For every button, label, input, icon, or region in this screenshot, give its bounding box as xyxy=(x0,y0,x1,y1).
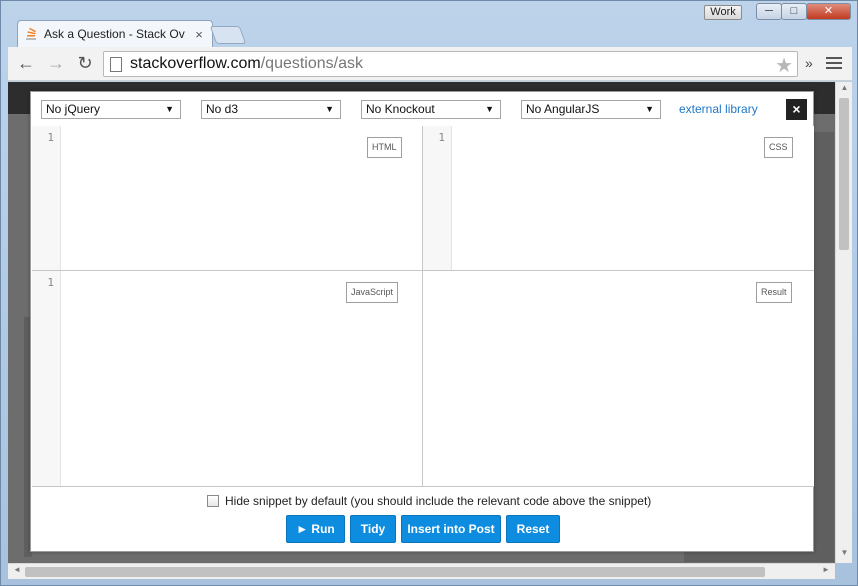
url-host: stackoverflow.com xyxy=(130,55,261,72)
extensions-overflow-icon[interactable]: » xyxy=(805,55,813,71)
url-path: /questions/ask xyxy=(260,55,363,72)
tidy-button[interactable]: Tidy xyxy=(350,515,396,543)
back-icon[interactable]: ← xyxy=(14,52,38,76)
new-tab-button[interactable] xyxy=(209,26,247,44)
scroll-down-icon[interactable]: ▼ xyxy=(836,548,853,562)
close-snippet-button[interactable]: × xyxy=(786,99,807,120)
url-text: stackoverflow.com/questions/ask xyxy=(130,55,363,73)
maximize-button[interactable]: □ xyxy=(781,3,807,20)
angularjs-select[interactable]: No AngularJS ▼ xyxy=(521,100,661,119)
horizontal-scrollbar[interactable]: ◄ ► xyxy=(8,563,835,579)
horizontal-scroll-thumb[interactable] xyxy=(25,567,765,577)
result-pane: Result xyxy=(423,271,814,487)
d3-select[interactable]: No d3 ▼ xyxy=(201,100,341,119)
page-icon xyxy=(110,56,122,72)
insert-into-post-button[interactable]: Insert into Post xyxy=(401,515,501,543)
bookmark-star-icon[interactable]: ★ xyxy=(775,53,793,78)
editor-panes: 1 HTML 1 CSS 1 JavaScript Result xyxy=(32,126,814,487)
css-pane-label: CSS xyxy=(764,137,793,158)
reset-button[interactable]: Reset xyxy=(506,515,560,543)
knockout-select-value: No Knockout xyxy=(366,102,435,116)
knockout-select[interactable]: No Knockout ▼ xyxy=(361,100,501,119)
javascript-pane[interactable]: 1 JavaScript xyxy=(32,271,423,487)
chevron-down-icon: ▼ xyxy=(645,104,654,114)
angularjs-select-value: No AngularJS xyxy=(526,102,600,116)
scroll-up-icon[interactable]: ▲ xyxy=(836,83,853,97)
browser-window: Ask a Question - Stack Ov × Work ─ □ ✕ ←… xyxy=(0,0,858,586)
result-pane-label: Result xyxy=(756,282,792,303)
jquery-select-value: No jQuery xyxy=(46,102,101,116)
hide-snippet-checkbox[interactable]: Hide snippet by default (you should incl… xyxy=(207,494,651,508)
javascript-pane-label: JavaScript xyxy=(346,282,399,303)
tab-strip: Ask a Question - Stack Ov × Work ─ □ ✕ xyxy=(1,1,858,47)
window-close-button[interactable]: ✕ xyxy=(806,3,851,20)
reload-icon[interactable]: ↻ xyxy=(73,52,97,76)
snippet-editor-modal: No jQuery ▼ No d3 ▼ No Knockout ▼ No Ang… xyxy=(30,91,814,552)
scroll-left-icon[interactable]: ◄ xyxy=(10,565,24,574)
vertical-scrollbar[interactable]: ▲ ▼ xyxy=(835,82,852,563)
tab-close-icon[interactable]: × xyxy=(192,27,206,42)
scroll-right-icon[interactable]: ► xyxy=(819,565,833,574)
profile-button[interactable]: Work xyxy=(704,5,742,20)
forward-icon[interactable]: → xyxy=(44,52,68,76)
minimize-button[interactable]: ─ xyxy=(756,3,782,20)
chevron-down-icon: ▼ xyxy=(485,104,494,114)
html-pane[interactable]: 1 HTML xyxy=(32,126,423,271)
menu-icon[interactable] xyxy=(826,54,842,72)
hide-snippet-label: Hide snippet by default (you should incl… xyxy=(225,494,652,508)
html-gutter: 1 xyxy=(32,126,61,270)
chevron-down-icon: ▼ xyxy=(325,104,334,114)
javascript-gutter: 1 xyxy=(32,271,61,486)
tab-title: Ask a Question - Stack Ov xyxy=(44,27,185,41)
browser-toolbar: ← → ↻ stackoverflow.com/questions/ask ★ … xyxy=(8,47,852,81)
d3-select-value: No d3 xyxy=(206,102,239,116)
library-bar: No jQuery ▼ No d3 ▼ No Knockout ▼ No Ang… xyxy=(31,92,815,126)
vertical-scroll-thumb[interactable] xyxy=(839,98,849,250)
chevron-down-icon: ▼ xyxy=(165,104,174,114)
css-gutter: 1 xyxy=(423,126,452,270)
external-library-link[interactable]: external library xyxy=(679,102,758,116)
stackoverflow-icon xyxy=(26,27,37,40)
address-bar[interactable]: stackoverflow.com/questions/ask ★ xyxy=(103,51,798,77)
jquery-select[interactable]: No jQuery ▼ xyxy=(41,100,181,119)
checkbox-icon[interactable] xyxy=(207,495,219,507)
run-button[interactable]: ► Run xyxy=(286,515,345,543)
html-pane-label: HTML xyxy=(367,137,402,158)
css-pane[interactable]: 1 CSS xyxy=(423,126,814,271)
snippet-footer: Hide snippet by default (you should incl… xyxy=(31,487,815,553)
tab-ask-question[interactable]: Ask a Question - Stack Ov × xyxy=(17,20,213,47)
